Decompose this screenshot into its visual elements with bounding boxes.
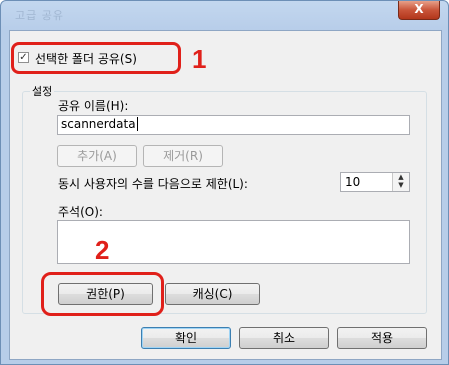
callout-step-2: 2: [95, 235, 110, 265]
share-name-input[interactable]: scannerdata: [57, 115, 410, 135]
user-limit-label: 동시 사용자의 수를 다음으로 제한(L):: [58, 177, 248, 191]
callout-step-1: 1: [192, 44, 207, 74]
apply-button[interactable]: 적용: [337, 327, 427, 349]
highlight-box-permissions: [41, 272, 164, 316]
add-button[interactable]: 추가(A): [57, 145, 137, 167]
comment-label: 주석(O):: [58, 205, 103, 219]
remove-button[interactable]: 제거(R): [143, 145, 223, 167]
window-title: 고급 공유: [15, 9, 64, 22]
text-cursor: [136, 117, 138, 131]
user-limit-spinner[interactable]: 10 ▲ ▼: [340, 172, 410, 192]
close-icon: X: [414, 2, 424, 16]
ok-button[interactable]: 확인: [141, 327, 231, 349]
close-button[interactable]: X: [398, 1, 440, 20]
settings-group-title: 설정: [30, 83, 55, 99]
highlight-box-checkbox: [11, 42, 181, 74]
caching-button[interactable]: 캐싱(C): [165, 283, 260, 305]
cancel-button[interactable]: 취소: [239, 327, 329, 349]
comment-textarea[interactable]: [57, 220, 410, 264]
share-name-label: 공유 이름(H):: [58, 99, 129, 113]
share-name-value: scannerdata: [61, 117, 136, 131]
user-limit-value: 10: [345, 175, 361, 189]
spinner-arrows-icon[interactable]: ▲ ▼: [392, 173, 409, 191]
